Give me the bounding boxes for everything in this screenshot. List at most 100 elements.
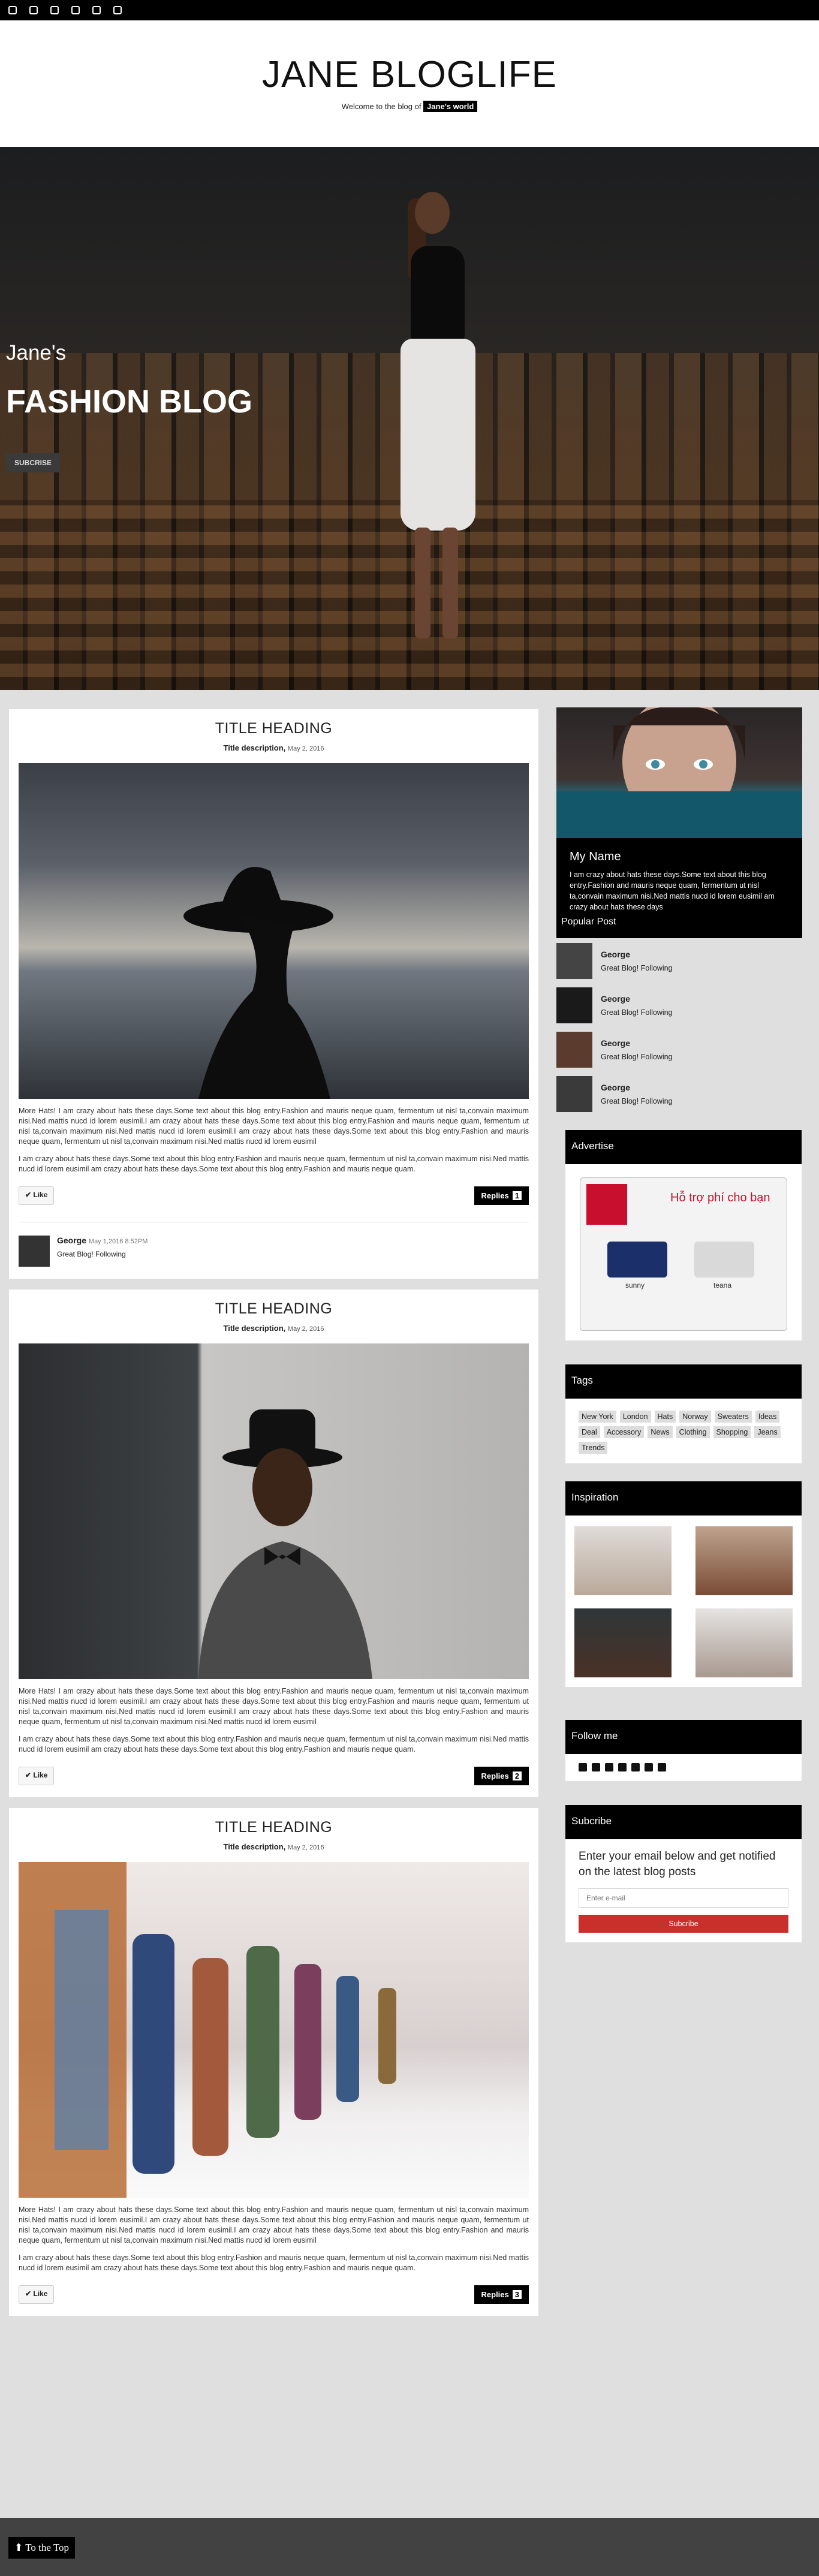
facebook-icon[interactable] [8,6,17,14]
popular-post-text: Great Blog! Following [601,1097,673,1105]
tag[interactable]: Sweaters [714,1411,752,1423]
post-actions: ✔ Like Replies 1 [19,1186,529,1205]
profile-name: My Name [570,850,621,863]
replies-button[interactable]: Replies 2 [474,1767,529,1785]
widget-title: Subcribe [565,1805,802,1839]
avatar [556,987,592,1023]
post-title: TITLE HEADING [215,720,333,737]
follow-widget: Follow me [565,1720,802,1781]
popular-posts: George Great Blog! Following George Great … [556,943,802,1112]
tag[interactable]: Jeans [754,1426,781,1438]
replies-button[interactable]: Replies 1 [474,1186,529,1205]
avatar [556,1076,592,1112]
tag[interactable]: New York [579,1411,616,1423]
tag[interactable]: Trends [579,1442,608,1454]
tag[interactable]: Accessory [603,1426,645,1438]
post-date: May 2, 2016 [287,745,324,752]
linkedin-icon[interactable] [645,1763,653,1771]
popular-post-item[interactable]: George Great Blog! Following [556,943,802,979]
post-paragraph: I am crazy about hats these days.Some te… [19,1155,529,1173]
email-field[interactable] [579,1888,788,1908]
like-button[interactable]: ✔ Like [19,2285,55,2304]
replies-count: 1 [512,1191,522,1200]
twitter-icon[interactable] [631,1763,640,1771]
tag[interactable]: Shopping [713,1426,751,1438]
profile-photo [556,707,802,838]
posts-column: TITLE HEADING Title description, May 2, … [9,709,538,2327]
post-title: TITLE HEADING [215,1300,333,1317]
comment-text: Great Blog! Following [57,1250,126,1258]
popular-post-author: George [601,1083,631,1092]
subscribe-widget: Subcribe Enter your email below and get … [565,1805,802,1942]
instagram-icon[interactable] [29,6,38,14]
hero-model-figure [378,180,492,647]
linkedin-icon[interactable] [113,6,122,14]
replies-button[interactable]: Replies 3 [474,2285,529,2304]
github-icon[interactable] [50,6,59,14]
profile-bio: I am crazy about hats these days.Some te… [570,870,775,911]
post-paragraph: More Hats! I am crazy about hats these d… [19,2206,529,2244]
tag-list: New York London Hats Norway Sweaters Ide… [565,1399,802,1454]
post-paragraph: More Hats! I am crazy about hats these d… [19,1687,529,1726]
ad-caption: Hỗ trợ phí cho bạn [670,1191,770,1204]
post-actions: ✔ Like Replies 3 [19,2285,529,2304]
popular-post-title: Popular Post [556,917,802,935]
brand-logo [586,1184,627,1225]
subscribe-button[interactable]: Subcribe [579,1915,788,1933]
advertisement-banner[interactable]: Hỗ trợ phí cho bạn sunny teana [580,1177,787,1331]
popular-post-item[interactable]: George Great Blog! Following [556,987,802,1023]
like-button[interactable]: ✔ Like [19,1767,55,1785]
tag[interactable]: Hats [654,1411,676,1423]
popular-post-item[interactable]: George Great Blog! Following [556,1076,802,1112]
footer: ⬆ To the Top [0,2518,819,2576]
twitter-icon[interactable] [92,6,101,14]
avatar [556,943,592,979]
blog-post: TITLE HEADING Title description, May 2, … [9,1289,538,1797]
inspiration-widget: Inspiration [565,1481,802,1687]
hero-text: Jane's FASHION BLOG SUBCRISE [6,341,252,472]
social-topbar [0,0,819,20]
github-icon[interactable] [605,1763,613,1771]
widget-title: Tags [565,1364,802,1399]
tag[interactable]: Norway [679,1411,711,1423]
comment-date: May 1,2016 8:52PM [88,1238,148,1245]
popular-post-item[interactable]: George Great Blog! Following [556,1032,802,1068]
post-title: TITLE HEADING [215,1819,333,1836]
to-top-label: To the Top [25,2542,70,2553]
welcome-line: Welcome to the blog of Jane's world [0,101,819,112]
blog-post: TITLE HEADING Title description, May 2, … [9,1808,538,2316]
comment: George May 1,2016 8:52PM Great Blog! Fol… [19,1222,529,1267]
hero-subtitle: Jane's [6,341,67,364]
search-icon[interactable] [658,1763,666,1771]
popular-post-author: George [601,1038,631,1048]
post-image [19,1862,529,2198]
instagram-icon[interactable] [592,1763,600,1771]
widget-title: Follow me [565,1720,802,1754]
main-content: TITLE HEADING Title description, May 2, … [0,690,819,2327]
inspiration-image[interactable] [695,1526,793,1595]
facebook-icon[interactable] [579,1763,587,1771]
inspiration-image[interactable] [574,1608,672,1677]
tag[interactable]: Deal [579,1426,600,1438]
profile-card: My Name I am crazy about hats these days… [556,707,802,938]
inspiration-image[interactable] [695,1608,793,1677]
tag[interactable]: Ideas [755,1411,780,1423]
post-date: May 2, 2016 [287,1325,324,1333]
tag[interactable]: News [648,1426,673,1438]
subscribe-hero-button[interactable]: SUBCRISE [6,453,61,472]
flickr-icon[interactable] [618,1763,627,1771]
follow-icons [565,1754,802,1771]
inspiration-image[interactable] [574,1526,672,1595]
popular-post-text: Great Blog! Following [601,964,673,972]
to-top-button[interactable]: ⬆ To the Top [8,2537,76,2559]
like-button[interactable]: ✔ Like [19,1186,55,1205]
tag[interactable]: London [619,1411,651,1423]
tag[interactable]: Clothing [676,1426,710,1438]
flickr-icon[interactable] [71,6,80,14]
widget-title: Advertise [565,1130,802,1164]
post-paragraph: I am crazy about hats these days.Some te… [19,1735,529,1754]
post-date: May 2, 2016 [287,1844,324,1851]
site-header: JANE BLOGLIFE Welcome to the blog of Jan… [0,20,819,147]
replies-count: 2 [512,1771,522,1780]
subscribe-text: Enter your email below and get notified … [579,1850,776,1878]
